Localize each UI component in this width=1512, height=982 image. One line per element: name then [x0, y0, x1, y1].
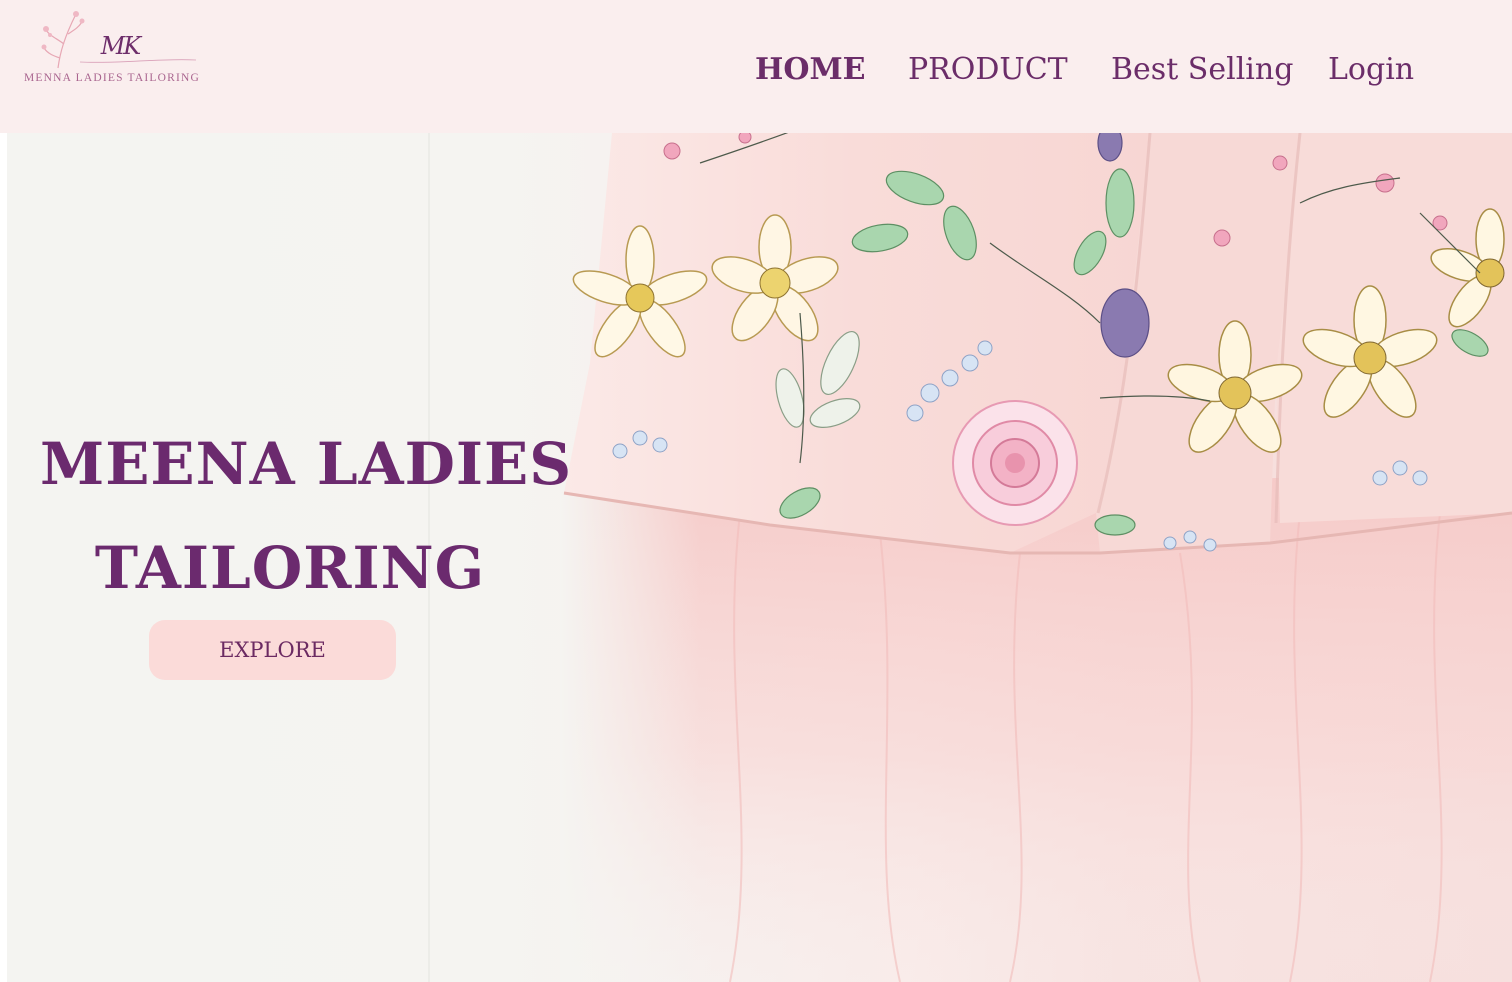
main-nav: HOME PRODUCT Best Selling Login — [0, 50, 1512, 90]
explore-button[interactable]: EXPLORE — [149, 620, 396, 680]
hero-title-line-1: MEENA LADIES — [40, 429, 573, 498]
hero-title: MEENA LADIES TAILORING — [40, 412, 573, 620]
hero-section: MEENA LADIES TAILORING EXPLORE — [0, 133, 1512, 982]
nav-item-home[interactable]: HOME — [755, 50, 866, 90]
site-header: MK MENNA LADIES TAILORING HOME PRODUCT B… — [0, 0, 1512, 133]
nav-item-product[interactable]: PRODUCT — [908, 50, 1068, 90]
hero-title-line-2: TAILORING — [94, 533, 486, 602]
nav-item-login[interactable]: Login — [1328, 50, 1414, 90]
nav-item-best-selling[interactable]: Best Selling — [1111, 50, 1293, 90]
page: MK MENNA LADIES TAILORING HOME PRODUCT B… — [0, 0, 1512, 982]
